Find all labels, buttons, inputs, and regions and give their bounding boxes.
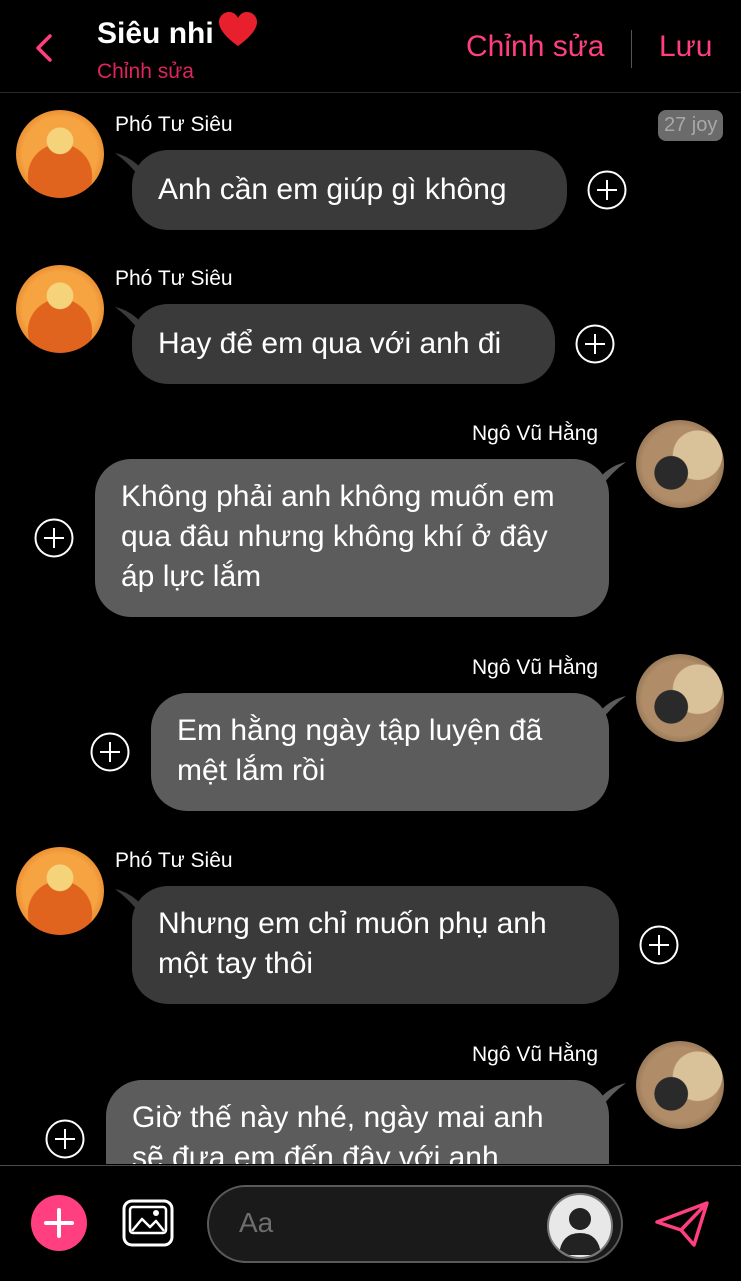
avatar[interactable] <box>636 654 724 742</box>
header: Siêu nhi Chỉnh sửa Chỉnh sửa Lưu <box>0 0 741 93</box>
sender-name: Phó Tư Siêu <box>115 849 233 872</box>
heart-icon <box>218 12 258 56</box>
message-bubble[interactable]: Không phải anh không muốn em qua đâu như… <box>95 459 609 617</box>
save-button[interactable]: Lưu <box>659 30 712 64</box>
sender-name: Phó Tư Siêu <box>115 267 233 290</box>
composer-bar: Aa <box>0 1165 741 1281</box>
avatar[interactable] <box>636 1041 724 1129</box>
sender-name: Phó Tư Siêu <box>115 113 233 136</box>
add-reaction-icon[interactable] <box>45 1119 85 1159</box>
add-reaction-icon[interactable] <box>34 518 74 558</box>
avatar[interactable] <box>16 110 104 198</box>
message-bubble[interactable]: Em hằng ngày tập luyện đã mệt lắm rồi <box>151 693 609 811</box>
chat-title: Siêu nhi <box>97 12 258 56</box>
edit-button[interactable]: Chỉnh sửa <box>466 30 605 64</box>
avatar[interactable] <box>16 847 104 935</box>
add-icon <box>44 1208 74 1238</box>
sender-name: Ngô Vũ Hằng <box>472 656 599 679</box>
message-input[interactable]: Aa <box>207 1185 623 1263</box>
avatar[interactable] <box>636 420 724 508</box>
message-bubble[interactable]: Giờ thế này nhé, ngày mai anh sẽ đưa em … <box>106 1080 609 1164</box>
time-badge: 27 joy <box>658 110 724 141</box>
chat-title-text: Siêu nhi <box>97 17 214 50</box>
message-bubble[interactable]: Anh cần em giúp gì không <box>132 150 567 230</box>
add-reaction-icon[interactable] <box>90 732 130 772</box>
message-bubble[interactable]: Hay để em qua với anh đi <box>132 304 555 384</box>
avatar[interactable] <box>16 265 104 353</box>
chat-subtitle[interactable]: Chỉnh sửa <box>97 60 194 84</box>
sender-name: Ngô Vũ Hằng <box>472 422 599 445</box>
send-icon[interactable] <box>654 1200 710 1248</box>
avatar-icon[interactable] <box>547 1193 613 1259</box>
add-button[interactable] <box>31 1195 87 1251</box>
add-reaction-icon[interactable] <box>639 925 679 965</box>
add-reaction-icon[interactable] <box>587 170 627 210</box>
image-icon[interactable] <box>122 1199 174 1247</box>
header-divider <box>631 30 632 68</box>
back-chevron-icon[interactable] <box>30 28 60 68</box>
message-list[interactable]: 27 joy Phó Tư Siêu Anh cần em giúp gì kh… <box>0 93 741 1164</box>
add-reaction-icon[interactable] <box>575 324 615 364</box>
sender-name: Ngô Vũ Hằng <box>472 1043 599 1066</box>
message-bubble[interactable]: Nhưng em chỉ muốn phụ anh một tay thôi <box>132 886 619 1004</box>
input-placeholder: Aa <box>239 1207 274 1238</box>
